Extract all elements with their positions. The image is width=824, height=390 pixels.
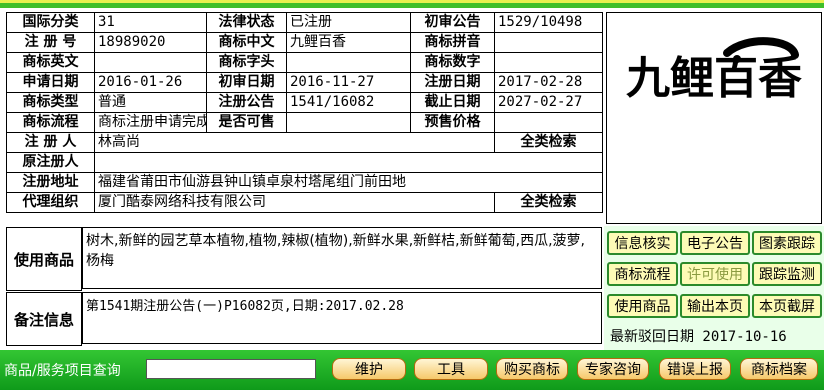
bottom-toolbar: 商品/服务项目查询 维护 工具 购买商标 专家咨询 错误上报 商标档案	[0, 350, 824, 390]
orig-registrant-value	[94, 152, 603, 173]
prelim-notice-value: 1529/10498	[494, 12, 603, 33]
registrant-full-search-link[interactable]: 全类检索	[494, 132, 603, 153]
tools-button[interactable]: 工具	[414, 358, 488, 380]
agency-value: 厦门酷泰网络科技有限公司	[94, 192, 495, 213]
reg-address-value: 福建省莆田市仙游县钟山镇卓泉村塔尾组门前田地	[94, 172, 603, 193]
tm-pinyin-label: 商标拼音	[410, 32, 495, 53]
tm-process-button[interactable]: 商标流程	[607, 262, 678, 286]
tm-digit-value	[494, 52, 603, 73]
last-reject-date: 最新驳回日期 2017-10-16	[610, 329, 787, 345]
presale-price-value	[494, 112, 603, 133]
process-value: 商标注册申请完成	[94, 112, 207, 133]
tm-en-label: 商标英文	[6, 52, 95, 73]
goods-label: 使用商品	[6, 227, 82, 291]
trademark-info-table: 国际分类 31 法律状态 已注册 初审公告 1529/10498 注 册 号 1…	[6, 12, 603, 213]
buy-trademark-button[interactable]: 购买商标	[496, 358, 568, 380]
goods-query-label: 商品/服务项目查询	[4, 363, 121, 379]
reg-date-label: 注册日期	[410, 72, 495, 93]
tm-archive-button[interactable]: 商标档案	[740, 358, 818, 380]
track-monitor-button[interactable]: 跟踪监测	[752, 262, 822, 286]
presale-price-label: 预售价格	[410, 112, 495, 133]
goods-used-button[interactable]: 使用商品	[607, 294, 678, 318]
trademark-logo: 九鲤百香	[626, 37, 802, 104]
legal-status-label: 法律状态	[206, 12, 287, 33]
reg-notice-value: 1541/16082	[286, 92, 411, 113]
goods-text: 树木,新鲜的园艺草本植物,植物,辣椒(植物),新鲜水果,新鲜桔,新鲜葡萄,西瓜,…	[82, 227, 602, 289]
goods-query-input[interactable]	[146, 359, 316, 379]
prelim-date-label: 初审日期	[206, 72, 287, 93]
tm-letter-value	[286, 52, 411, 73]
prelim-date-value: 2016-11-27	[286, 72, 411, 93]
info-verify-button[interactable]: 信息核实	[607, 231, 678, 255]
remark-text: 第1541期注册公告(一)P16082页,日期:2017.02.28	[82, 292, 602, 344]
tm-cn-label: 商标中文	[206, 32, 287, 53]
intl-class-value: 31	[94, 12, 207, 33]
intl-class-label: 国际分类	[6, 12, 95, 33]
tm-digit-label: 商标数字	[410, 52, 495, 73]
tm-pinyin-value	[494, 32, 603, 53]
for-sale-label: 是否可售	[206, 112, 287, 133]
reg-date-value: 2017-02-28	[494, 72, 603, 93]
expire-date-label: 截止日期	[410, 92, 495, 113]
tm-letter-label: 商标字头	[206, 52, 287, 73]
expire-date-value: 2027-02-27	[494, 92, 603, 113]
export-page-button[interactable]: 输出本页	[680, 294, 750, 318]
reg-address-label: 注册地址	[6, 172, 95, 193]
e-notice-button[interactable]: 电子公告	[680, 231, 750, 255]
agency-label: 代理组织	[6, 192, 95, 213]
legal-status-value: 已注册	[286, 12, 411, 33]
figure-tracking-button[interactable]: 图素跟踪	[752, 231, 822, 255]
process-label: 商标流程	[6, 112, 95, 133]
registrant-label: 注 册 人	[6, 132, 95, 153]
report-error-button[interactable]: 错误上报	[659, 358, 731, 380]
orig-registrant-label: 原注册人	[6, 152, 95, 173]
reg-notice-label: 注册公告	[206, 92, 287, 113]
tm-en-value	[94, 52, 207, 73]
agency-full-search-link[interactable]: 全类检索	[494, 192, 603, 213]
top-title-strip	[0, 0, 824, 8]
svg-text:九鲤百香: 九鲤百香	[626, 53, 802, 104]
reg-no-label: 注 册 号	[6, 32, 95, 53]
tm-type-value: 普通	[94, 92, 207, 113]
apply-date-value: 2016-01-26	[94, 72, 207, 93]
tm-cn-value: 九鲤百香	[286, 32, 411, 53]
reg-no-value: 18989020	[94, 32, 207, 53]
apply-date-label: 申请日期	[6, 72, 95, 93]
maintain-button[interactable]: 维护	[332, 358, 406, 380]
prelim-notice-label: 初审公告	[410, 12, 495, 33]
registrant-value: 林高尚	[94, 132, 495, 153]
screenshot-page-button[interactable]: 本页截屏	[752, 294, 822, 318]
for-sale-value	[286, 112, 411, 133]
remark-label: 备注信息	[6, 292, 82, 346]
tm-type-label: 商标类型	[6, 92, 95, 113]
expert-consult-button[interactable]: 专家咨询	[577, 358, 649, 380]
trademark-logo-image: 九鲤百香	[606, 12, 822, 224]
license-use-button[interactable]: 许可使用	[680, 262, 750, 286]
